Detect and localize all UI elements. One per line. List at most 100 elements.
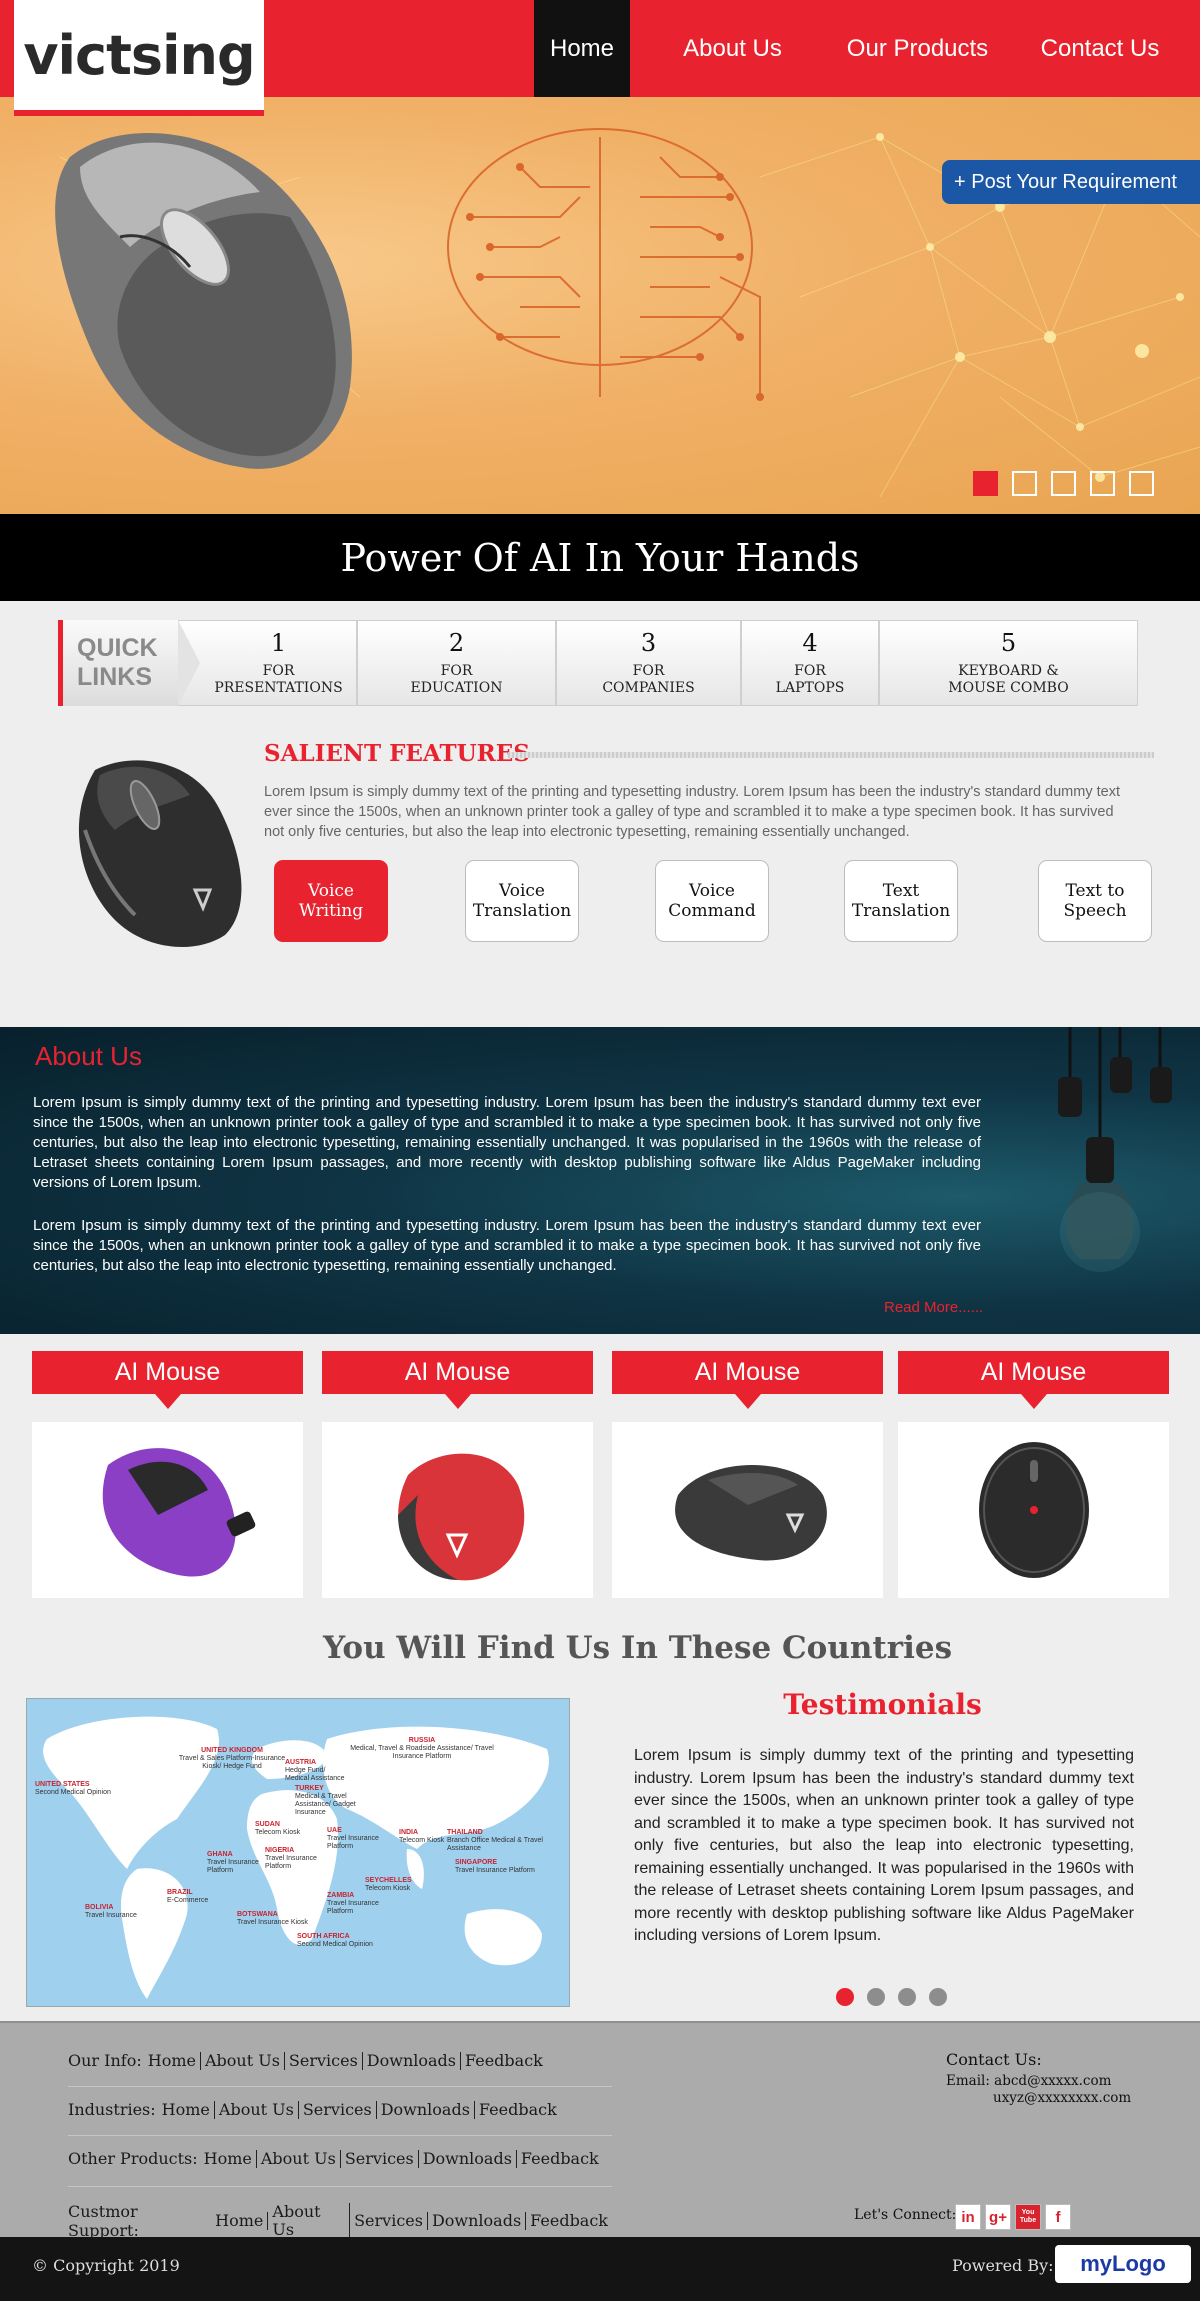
- nav-home[interactable]: Home: [534, 0, 630, 97]
- powered-by-label: Powered By:: [952, 2256, 1054, 2275]
- product-card: AI Mouse: [322, 1351, 593, 1598]
- youtube-icon[interactable]: You Tube: [1015, 2204, 1041, 2230]
- feature-voice-command-button[interactable]: Voice Command: [655, 860, 769, 942]
- quick-links: QUICK LINKS 1 FOR PRESENTATIONS 2 FOR EDUC…: [58, 620, 1138, 706]
- footer-link-downloads[interactable]: Downloads: [363, 2051, 461, 2070]
- powered-by-logo[interactable]: myLogo: [1055, 2245, 1191, 2283]
- map-label: UAE Travel Insurance Platform: [327, 1827, 379, 1850]
- feature-voice-translation-button[interactable]: Voice Translation: [465, 860, 579, 942]
- social-links: in g+ You Tube f: [955, 2204, 1071, 2230]
- quick-link-presentations[interactable]: 1 FOR PRESENTATIONS: [178, 620, 357, 706]
- map-label: BOLIVIA Travel Insurance: [85, 1904, 137, 1919]
- product-card: AI Mouse: [612, 1351, 883, 1598]
- testimonials-title: Testimonials: [783, 1688, 982, 1721]
- footer-link-downloads[interactable]: Downloads: [428, 2212, 527, 2230]
- testimonial-dot-2[interactable]: [867, 1988, 885, 2006]
- product-title[interactable]: AI Mouse: [898, 1351, 1169, 1409]
- quick-links-label: QUICK LINKS: [58, 620, 200, 706]
- footer-row-our-info: Our Info: Home About Us Services Downloa…: [68, 2051, 612, 2070]
- footer-link-services[interactable]: Services: [350, 2212, 428, 2230]
- product-image[interactable]: [322, 1422, 593, 1598]
- footer-link-feedback[interactable]: Feedback: [526, 2212, 612, 2230]
- nav-our-products[interactable]: Our Products: [835, 0, 1000, 97]
- slider-dot-4[interactable]: [1090, 471, 1115, 496]
- footer-link-downloads[interactable]: Downloads: [419, 2149, 517, 2168]
- about-paragraph-1: Lorem Ipsum is simply dummy text of the …: [33, 1094, 981, 1191]
- footer-link-about-us[interactable]: About Us: [268, 2203, 351, 2239]
- post-requirement-button[interactable]: + Post Your Requirement: [942, 160, 1200, 204]
- footer-link-home[interactable]: Home: [158, 2100, 215, 2119]
- product-image[interactable]: [32, 1422, 303, 1598]
- slider-dot-2[interactable]: [1012, 471, 1037, 496]
- feature-text-to-speech-button[interactable]: Text to Speech: [1038, 860, 1152, 942]
- quick-links-items: 1 FOR PRESENTATIONS 2 FOR EDUCATION 3 FOR C…: [178, 620, 1138, 706]
- footer-link-services[interactable]: Services: [285, 2051, 363, 2070]
- footer-link-services[interactable]: Services: [341, 2149, 419, 2168]
- map-label: BRAZIL E-Commerce: [167, 1889, 209, 1904]
- facebook-icon[interactable]: f: [1045, 2204, 1071, 2230]
- main-nav: Home About Us Our Products Contact Us: [534, 0, 1200, 97]
- google-plus-icon[interactable]: g+: [985, 2204, 1011, 2230]
- map-labels: UNITED KINGDOM Travel & Sales Platform-In…: [27, 1699, 569, 2006]
- linkedin-icon[interactable]: in: [955, 2204, 981, 2230]
- footer-link-home[interactable]: Home: [211, 2212, 269, 2230]
- copyright-text: © Copyright 2019: [32, 2256, 180, 2275]
- footer-link-about-us[interactable]: About Us: [201, 2051, 285, 2070]
- feature-voice-writing-button[interactable]: Voice Writing: [274, 860, 388, 942]
- map-label: BOTSWANA Travel Insurance Kiosk: [237, 1911, 308, 1926]
- testimonial-dot-3[interactable]: [898, 1988, 916, 2006]
- quick-link-education[interactable]: 2 FOR EDUCATION: [357, 620, 556, 706]
- footer-row-customer-support: Custmor Support: Home About Us Services …: [68, 2202, 612, 2240]
- nav-about-us[interactable]: About Us: [630, 0, 835, 97]
- footer-link-home[interactable]: Home: [144, 2051, 201, 2070]
- light-bulbs-image: [1058, 1027, 1172, 1272]
- hero-mouse-image: [55, 133, 352, 469]
- about-us-title: About Us: [35, 1041, 142, 1071]
- map-label: SUDAN Telecom Kiosk: [255, 1821, 301, 1836]
- quick-link-companies[interactable]: 3 FOR COMPANIES: [556, 620, 741, 706]
- product-image[interactable]: [898, 1422, 1169, 1598]
- testimonial-dot-4[interactable]: [929, 1988, 947, 2006]
- slider-dot-3[interactable]: [1051, 471, 1076, 496]
- product-image[interactable]: [612, 1422, 883, 1598]
- footer-link-home[interactable]: Home: [200, 2149, 257, 2168]
- map-label: AUSTRIA Hedge Fund/ Medical Assistance: [285, 1759, 345, 1782]
- contact-email-1[interactable]: Email: abcd@xxxxx.com: [946, 2073, 1131, 2090]
- product-title[interactable]: AI Mouse: [322, 1351, 593, 1409]
- mouse-purple-image: [102, 1448, 255, 1577]
- product-title[interactable]: AI Mouse: [612, 1351, 883, 1409]
- read-more-link[interactable]: Read More......: [884, 1299, 983, 1316]
- product-card: AI Mouse: [898, 1351, 1169, 1598]
- footer-link-feedback[interactable]: Feedback: [475, 2100, 561, 2119]
- map-label: NIGERIA Travel Insurance Platform: [265, 1847, 317, 1870]
- quick-link-laptops[interactable]: 4 FOR LAPTOPS: [741, 620, 879, 706]
- footer-link-about-us[interactable]: About Us: [215, 2100, 299, 2119]
- footer-divider: [68, 2135, 612, 2136]
- section-divider: [508, 752, 1154, 758]
- slider-dot-1[interactable]: [973, 471, 998, 496]
- site-logo[interactable]: victsing: [14, 0, 264, 116]
- slider-dot-5[interactable]: [1129, 471, 1154, 496]
- quick-link-keyboard-mouse-combo[interactable]: 5 KEYBOARD & MOUSE COMBO: [879, 620, 1138, 706]
- footer-link-about-us[interactable]: About Us: [257, 2149, 341, 2168]
- product-title[interactable]: AI Mouse: [32, 1351, 303, 1409]
- logo-wordmark: victsing: [23, 23, 255, 87]
- footer-row-other-products: Other Products: Home About Us Services D…: [68, 2149, 612, 2168]
- footer-link-feedback[interactable]: Feedback: [461, 2051, 547, 2070]
- world-map: UNITED KINGDOM Travel & Sales Platform-In…: [26, 1698, 570, 2007]
- footer-link-services[interactable]: Services: [299, 2100, 377, 2119]
- mouse-black-image: [674, 1465, 827, 1561]
- footer-link-downloads[interactable]: Downloads: [377, 2100, 475, 2119]
- map-label: THAILAND Branch Office Medical & Travel A…: [447, 1829, 543, 1852]
- map-label: TURKEY Medical & Travel Assistance/ Gadge…: [295, 1785, 356, 1816]
- about-paragraph-2: Lorem Ipsum is simply dummy text of the …: [33, 1217, 981, 1274]
- testimonial-dot-1[interactable]: [836, 1988, 854, 2006]
- testimonial-dots: [836, 1988, 947, 2006]
- map-label: ZAMBIA Travel Insurance Platform: [327, 1892, 379, 1915]
- feature-text-translation-button[interactable]: Text Translation: [844, 860, 958, 942]
- nav-contact-us[interactable]: Contact Us: [1000, 0, 1200, 97]
- contact-email-2[interactable]: uxyz@xxxxxxxx.com: [946, 2090, 1131, 2107]
- footer-link-feedback[interactable]: Feedback: [517, 2149, 603, 2168]
- map-label: SOUTH AFRICA Second Medical Opinion: [297, 1933, 373, 1948]
- map-label: INDIA Telecom Kiosk: [399, 1829, 445, 1844]
